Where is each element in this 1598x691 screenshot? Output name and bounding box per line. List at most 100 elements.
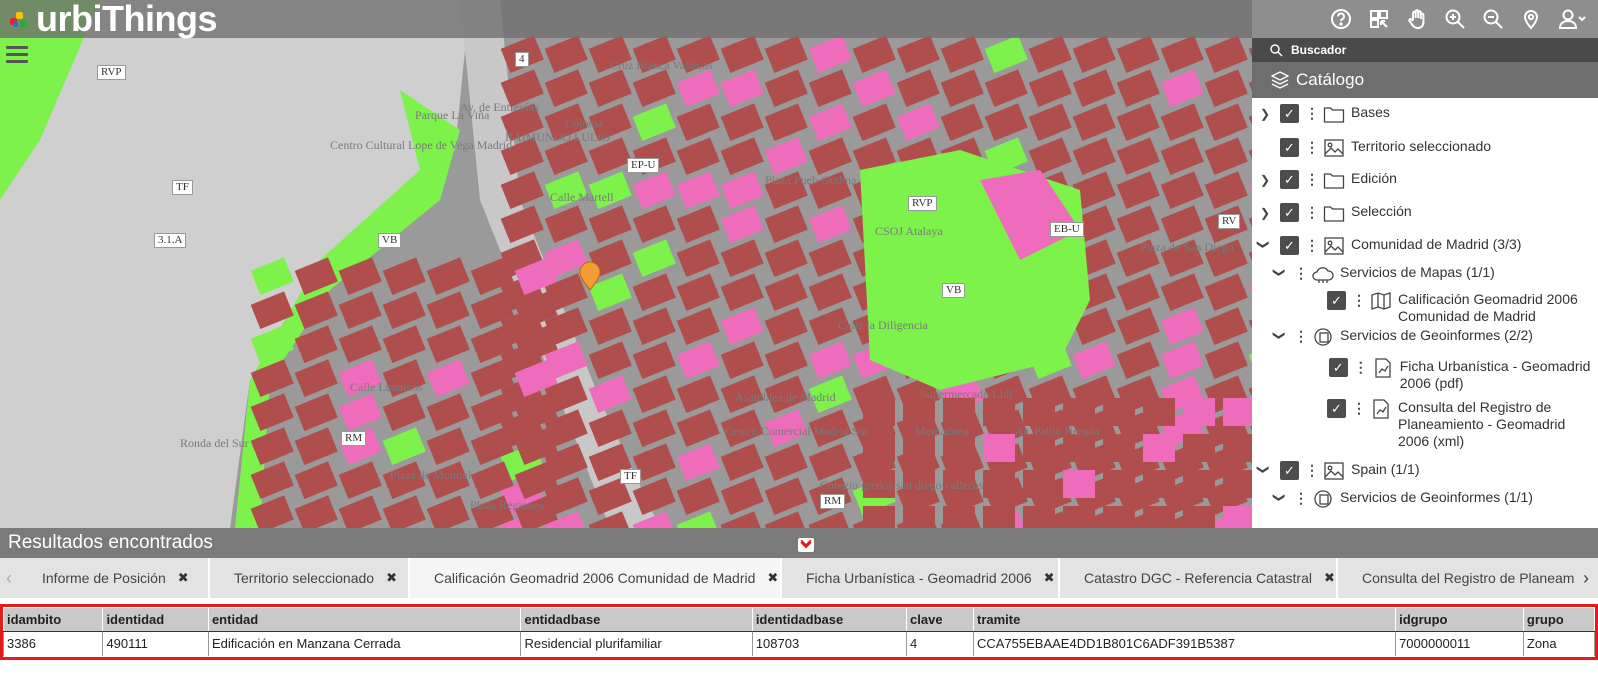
kebab-menu-icon[interactable]: ⋮ — [1305, 170, 1319, 188]
layer-checkbox[interactable]: ✓ — [1280, 461, 1299, 480]
column-header[interactable]: idgrupo — [1395, 607, 1524, 632]
app-logo: urbiThings — [10, 0, 217, 39]
map-building-block — [1204, 171, 1248, 209]
map-building-block — [1223, 398, 1252, 426]
column-header[interactable]: idambito — [2, 607, 104, 632]
tabs-scroll-right-icon[interactable]: › — [1574, 558, 1598, 598]
map-road-badge: EP-U — [627, 158, 660, 173]
catalog-tree-item[interactable]: ❯ ✓ ⋮ Bases — [1252, 98, 1598, 132]
catalog-tree-item[interactable]: ✓ ⋮ Ficha Urbanística - Geomadrid 2006 (pd… — [1252, 352, 1598, 393]
chevron-down-icon[interactable]: ❯ — [1273, 329, 1290, 343]
column-header[interactable]: identidadbase — [751, 607, 908, 632]
column-header[interactable]: clave — [906, 607, 974, 632]
close-tab-icon[interactable]: ✖ — [1324, 570, 1335, 586]
kebab-menu-icon[interactable]: ⋮ — [1294, 489, 1308, 507]
chevron-right-icon[interactable]: ❯ — [1258, 104, 1272, 121]
map-building-block — [983, 506, 1015, 528]
search-bar[interactable]: Buscador — [1252, 38, 1598, 62]
map-building-block — [1116, 137, 1160, 175]
map-building-block — [676, 477, 720, 515]
catalog-tree-item[interactable]: ❯ ⋮ Servicios de Geoinformes (2/2) — [1252, 321, 1598, 352]
kebab-menu-icon[interactable]: ⋮ — [1354, 358, 1368, 376]
result-tab[interactable]: Consulta del Registro de Planeami — [1338, 558, 1598, 598]
kebab-menu-icon[interactable]: ⋮ — [1305, 236, 1319, 254]
column-header[interactable]: tramite — [972, 607, 1397, 632]
layer-checkbox[interactable]: ✓ — [1280, 236, 1299, 255]
result-tab[interactable]: Ficha Urbanística - Geomadrid 2006 ✖ — [782, 558, 1060, 598]
kebab-menu-icon[interactable]: ⋮ — [1294, 327, 1308, 345]
help-icon[interactable] — [1324, 2, 1358, 36]
zoom-in-icon[interactable] — [1438, 2, 1472, 36]
map-building-block — [764, 137, 808, 175]
column-header[interactable]: entidad — [207, 607, 522, 632]
map-view[interactable]: Cruz Blanca Vallecas Colonia RAIMUNDO LULI… — [0, 0, 1252, 528]
kebab-menu-icon[interactable]: ⋮ — [1294, 264, 1308, 282]
image-icon — [1323, 236, 1345, 256]
kebab-menu-icon[interactable]: ⋮ — [1352, 399, 1366, 417]
catalog-tree-item[interactable]: ❯ ✓ ⋮ Selección — [1252, 197, 1598, 230]
column-header[interactable]: entidadbase — [520, 607, 753, 632]
chevron-right-icon[interactable]: ❯ — [1258, 170, 1272, 187]
layer-checkbox[interactable]: ✓ — [1327, 291, 1346, 310]
close-tab-icon[interactable]: ✖ — [178, 570, 189, 586]
collapse-results-button[interactable] — [798, 538, 814, 552]
catalog-tree-item[interactable]: ✓ ⋮ Calificación Geomadrid 2006 Comunidad … — [1252, 285, 1598, 324]
catalog-tree-item[interactable]: ❯ ✓ ⋮ Comunidad de Madrid (3/3) — [1252, 230, 1598, 258]
map-road-badge: RV — [1218, 214, 1241, 229]
map-building-block — [808, 205, 852, 243]
catalog-tree-item[interactable]: ❯ ⋮ Servicios de Mapas (1/1) — [1252, 258, 1598, 285]
kebab-menu-icon[interactable]: ⋮ — [1305, 203, 1319, 221]
location-pin-icon[interactable] — [1514, 2, 1548, 36]
table-row[interactable]: 3386 490111 Edificación en Manzana Cerrada… — [2, 631, 1596, 656]
catalog-header[interactable]: Catálogo — [1252, 62, 1598, 98]
layer-checkbox[interactable]: ✓ — [1280, 170, 1299, 189]
result-tab[interactable]: Calificación Geomadrid 2006 Comunidad de… — [410, 558, 782, 598]
map-building-block — [588, 307, 632, 345]
chevron-down-icon[interactable]: ❯ — [1273, 491, 1290, 505]
catalog-tree-item[interactable]: ❯ ⋮ Servicios de Geoinformes (1/1) — [1252, 483, 1598, 510]
kebab-menu-icon[interactable]: ⋮ — [1352, 291, 1366, 309]
layer-checkbox[interactable]: ✓ — [1280, 104, 1299, 123]
toolbar — [1324, 0, 1592, 38]
pan-hand-icon[interactable] — [1400, 2, 1434, 36]
map-building-block — [1160, 103, 1204, 141]
chevron-down-icon[interactable]: ❯ — [1257, 238, 1274, 252]
result-tab[interactable]: Territorio seleccionado ✖ — [210, 558, 410, 598]
map-building-block — [1063, 398, 1095, 426]
kebab-menu-icon[interactable]: ⋮ — [1305, 104, 1319, 122]
chevron-right-icon[interactable]: ❯ — [1258, 203, 1272, 220]
table-header-row: idambito identidad entidad entidadbase ident… — [2, 607, 1596, 632]
zoom-out-icon[interactable] — [1476, 2, 1510, 36]
column-header[interactable]: identidad — [102, 607, 209, 632]
layer-checkbox[interactable]: ✓ — [1327, 399, 1346, 418]
close-tab-icon[interactable]: ✖ — [767, 570, 778, 586]
result-tab[interactable]: Catastro DGC - Referencia Catastral ✖ — [1060, 558, 1338, 598]
kebab-menu-icon[interactable]: ⋮ — [1305, 461, 1319, 479]
catalog-tree-item[interactable]: ✓ ⋮ Territorio seleccionado — [1252, 132, 1598, 164]
tabs-scroll-left-icon[interactable]: ‹ — [0, 558, 18, 598]
close-tab-icon[interactable]: ✖ — [1044, 570, 1055, 586]
close-tab-icon[interactable]: ✖ — [386, 570, 397, 586]
layers-select-icon[interactable] — [1362, 2, 1396, 36]
catalog-tree-item[interactable]: ✓ ⋮ Consulta del Registro de Planeamiento … — [1252, 393, 1598, 455]
chevron-down-icon[interactable]: ❯ — [1257, 463, 1274, 477]
map-building-block — [983, 434, 1015, 462]
chevron-down-icon[interactable]: ❯ — [1273, 266, 1290, 280]
user-menu-icon[interactable] — [1552, 2, 1592, 36]
layer-checkbox[interactable]: ✓ — [1280, 138, 1299, 157]
search-label: Buscador — [1291, 43, 1347, 57]
hamburger-menu-button[interactable] — [6, 46, 28, 66]
map-building-block — [808, 103, 852, 141]
catalog-tree-item[interactable]: ❯ ✓ ⋮ Spain (1/1) — [1252, 455, 1598, 483]
image-icon — [1323, 138, 1345, 158]
result-tab[interactable]: Informe de Posición ✖ — [18, 558, 210, 598]
kebab-menu-icon[interactable]: ⋮ — [1305, 138, 1319, 156]
column-header[interactable]: grupo — [1522, 607, 1596, 632]
map-building-block — [1072, 137, 1116, 175]
layer-checkbox[interactable]: ✓ — [1280, 203, 1299, 222]
map-building-block — [632, 375, 676, 413]
catalog-tree-item[interactable]: ❯ ✓ ⋮ Edición — [1252, 164, 1598, 197]
map-building-block — [1143, 398, 1175, 426]
map-building-block — [338, 325, 382, 363]
layer-checkbox[interactable]: ✓ — [1328, 358, 1348, 377]
